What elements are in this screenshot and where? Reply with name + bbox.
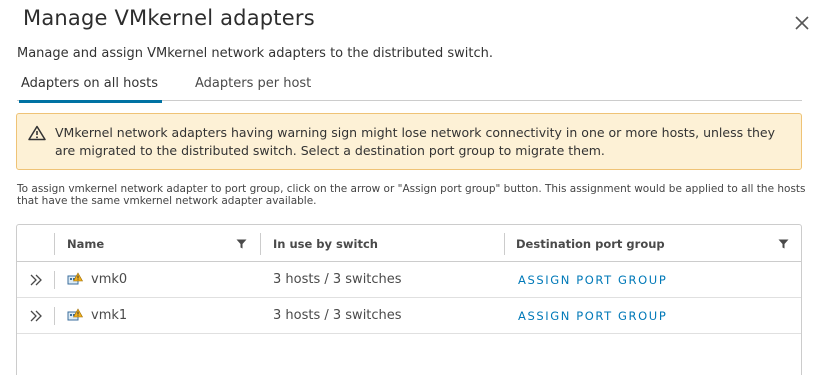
column-separator: [54, 233, 55, 255]
double-chevron-right-icon[interactable]: [30, 310, 43, 322]
tab-adapters-per-host[interactable]: Adapters per host: [195, 76, 311, 101]
table-row[interactable]: vmk0 3 hosts / 3 switches ASSIGN PORT GR…: [17, 262, 801, 298]
warning-alert: VMkernel network adapters having warning…: [16, 113, 802, 170]
vmkernel-adapter-warning-icon: [67, 308, 83, 321]
assign-port-group-button[interactable]: ASSIGN PORT GROUP: [518, 309, 667, 323]
help-text: To assign vmkernel network adapter to po…: [17, 183, 806, 207]
assign-port-group-button[interactable]: ASSIGN PORT GROUP: [518, 273, 667, 287]
tab-adapters-on-all-hosts[interactable]: Adapters on all hosts: [19, 76, 162, 103]
table-row[interactable]: vmk1 3 hosts / 3 switches ASSIGN PORT GR…: [17, 298, 801, 334]
double-chevron-right-icon[interactable]: [30, 274, 43, 286]
adapter-name: vmk0: [91, 272, 128, 287]
vmkernel-adapter-warning-icon: [67, 272, 83, 285]
column-separator: [54, 271, 55, 289]
filter-icon[interactable]: [236, 239, 247, 249]
close-icon[interactable]: [793, 14, 811, 32]
in-use-by-switch: 3 hosts / 3 switches: [273, 272, 402, 287]
column-header-destination-port-group[interactable]: Destination port group: [516, 237, 665, 251]
filter-icon[interactable]: [778, 239, 789, 249]
column-header-in-use-by-switch[interactable]: In use by switch: [273, 237, 378, 251]
warning-triangle-icon: [28, 125, 46, 141]
adapters-grid: Name In use by switch Destination port g…: [16, 224, 802, 375]
alert-text: VMkernel network adapters having warning…: [55, 125, 776, 158]
column-separator: [504, 233, 505, 255]
dialog-title: Manage VMkernel adapters: [23, 6, 315, 30]
column-separator: [260, 233, 261, 255]
adapter-name: vmk1: [91, 308, 128, 323]
column-separator: [54, 307, 55, 325]
column-header-name[interactable]: Name: [67, 237, 104, 251]
in-use-by-switch: 3 hosts / 3 switches: [273, 308, 402, 323]
tab-bar: Adapters on all hosts Adapters per host: [17, 76, 802, 103]
dialog-subtitle: Manage and assign VMkernel network adapt…: [17, 46, 494, 61]
grid-header: Name In use by switch Destination port g…: [17, 225, 801, 262]
